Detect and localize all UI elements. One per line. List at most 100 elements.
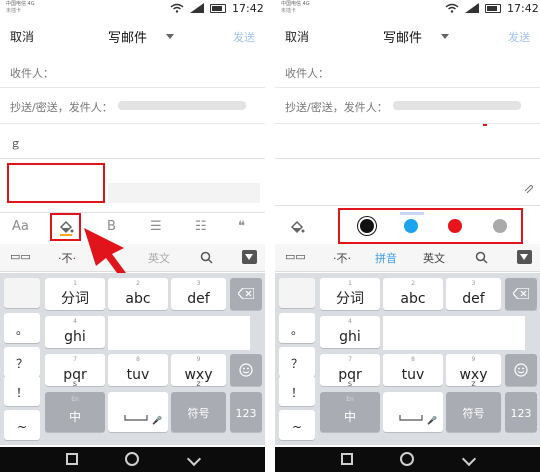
ime-english-mode[interactable]: 英文: [423, 250, 445, 266]
key-letters: 分词: [336, 291, 364, 307]
backspace-key[interactable]: [230, 278, 262, 310]
space-key[interactable]: 🎤: [383, 392, 443, 432]
cancel-button[interactable]: 取消: [285, 28, 309, 45]
ime-pinyin-item[interactable]: ·不·: [58, 250, 76, 266]
key-label: 123: [235, 407, 257, 420]
home-icon[interactable]: [400, 452, 414, 466]
punct-key-exclaim[interactable]: ！: [279, 376, 315, 406]
chevron-down-icon[interactable]: [166, 34, 174, 39]
carrier-label: 中国电信 4G: [6, 1, 35, 7]
punct-key-exclaim[interactable]: ！: [4, 376, 40, 406]
quote-button[interactable]: ❝: [238, 219, 245, 234]
key-2[interactable]: 2 abc: [383, 278, 443, 310]
key-9[interactable]: 9 wxy z: [446, 354, 501, 388]
search-icon[interactable]: [475, 251, 488, 264]
ime-pinyin-mode[interactable]: 拼音: [375, 250, 397, 266]
key-letters: def: [187, 291, 210, 307]
key-1[interactable]: 1 分词: [320, 278, 380, 310]
key-8[interactable]: 8 tuv: [383, 354, 443, 386]
symbol-key[interactable]: 符号: [171, 392, 226, 432]
color-swatch-black[interactable]: [360, 219, 374, 233]
compose-header: 取消 写邮件 发送: [275, 22, 540, 50]
system-nav-bar: [0, 447, 265, 472]
collapse-keyboard-icon[interactable]: [242, 250, 257, 264]
punct-key-blank[interactable]: [279, 278, 315, 308]
key-7[interactable]: 7 pqr s: [45, 354, 105, 388]
battery-icon: [485, 4, 501, 13]
font-size-button[interactable]: Aa: [12, 219, 29, 234]
recent-apps-icon[interactable]: [66, 453, 78, 465]
attachment-icon[interactable]: [524, 185, 534, 195]
punct-key-period[interactable]: 。: [4, 313, 40, 343]
color-swatch-red[interactable]: [448, 219, 462, 233]
recent-apps-icon[interactable]: [341, 453, 353, 465]
cc-label: 抄送/密送，发件人：: [285, 101, 388, 114]
key-letters: abc: [400, 291, 426, 307]
punct-key-blank[interactable]: [4, 278, 40, 308]
ime-left-item[interactable]: ▭▭: [285, 250, 306, 263]
chinese-english-key[interactable]: En 中: [45, 392, 105, 432]
punct-key-period[interactable]: 。: [279, 313, 315, 343]
ime-left-item[interactable]: ▭▭: [10, 250, 31, 263]
sim-status: 未插卡: [6, 8, 22, 14]
key-7[interactable]: 7 pqr s: [320, 354, 380, 388]
to-field[interactable]: 收件人：: [0, 55, 265, 88]
key-letters: tuv: [401, 367, 425, 383]
page-title[interactable]: 写邮件: [383, 27, 422, 46]
space-key[interactable]: 🎤: [108, 392, 168, 432]
key-en-label: En: [346, 396, 354, 403]
collapse-keyboard-icon[interactable]: [517, 250, 532, 264]
key-4[interactable]: 4 ghi: [45, 316, 105, 348]
status-bar: 中国电信 4G 未插卡 17:42: [0, 0, 265, 18]
number-key[interactable]: 123: [505, 392, 537, 432]
color-swatch-gray[interactable]: [493, 219, 507, 233]
punct-key-tilde[interactable]: ~: [4, 410, 40, 440]
key-number: 9: [471, 356, 476, 363]
key-3[interactable]: 3 def: [171, 278, 226, 310]
signal-icon: [465, 3, 479, 13]
list-button[interactable]: ☷: [195, 219, 207, 234]
home-icon[interactable]: [125, 452, 139, 466]
key-9[interactable]: 9 wxy z: [171, 354, 226, 388]
chinese-english-key[interactable]: En 中: [320, 392, 380, 432]
punct-key-tilde[interactable]: ~: [279, 410, 315, 440]
key-number: 3: [471, 280, 476, 287]
key-3[interactable]: 3 def: [446, 278, 501, 310]
page-title[interactable]: 写邮件: [108, 27, 147, 46]
color-swatch-blue[interactable]: [404, 219, 418, 233]
key-2[interactable]: 2 abc: [108, 278, 168, 310]
ime-pinyin-item[interactable]: ·不·: [333, 250, 351, 266]
backspace-key[interactable]: [505, 278, 537, 310]
key-label: 。: [15, 323, 28, 337]
smiley-icon: [239, 363, 253, 377]
occluded-keys: [108, 316, 250, 350]
chevron-down-icon[interactable]: [441, 34, 449, 39]
number-key[interactable]: 123: [230, 392, 262, 432]
punct-key-question[interactable]: ？: [4, 347, 40, 377]
search-icon[interactable]: [200, 251, 213, 264]
paint-bucket-icon[interactable]: [58, 220, 74, 236]
cc-field[interactable]: 抄送/密送，发件人：: [275, 88, 540, 124]
status-time: 17:42: [507, 2, 539, 15]
paint-bucket-icon[interactable]: [289, 220, 305, 236]
cancel-button[interactable]: 取消: [10, 28, 34, 45]
key-label: 符号: [462, 407, 485, 420]
body-divider: [0, 158, 265, 159]
cc-field[interactable]: 抄送/密送，发件人：: [0, 88, 265, 124]
emoji-key[interactable]: [230, 354, 262, 386]
to-field[interactable]: 收件人：: [275, 55, 540, 88]
key-4[interactable]: 4 ghi: [320, 316, 380, 348]
back-icon[interactable]: [461, 451, 477, 467]
symbol-key[interactable]: 符号: [446, 392, 501, 432]
send-button[interactable]: 发送: [508, 29, 530, 45]
phone-right: 中国电信 4G 未插卡 17:42 取消 写邮件 发送 收件人： 抄送/密送，发…: [275, 0, 540, 472]
key-label: 123: [510, 407, 532, 420]
punct-key-question[interactable]: ？: [279, 347, 315, 377]
back-icon[interactable]: [186, 451, 202, 467]
key-letters: ghi: [339, 329, 361, 345]
key-label: ~: [16, 420, 28, 434]
key-8[interactable]: 8 tuv: [108, 354, 168, 386]
send-button[interactable]: 发送: [233, 29, 255, 45]
key-1[interactable]: 1 分词: [45, 278, 105, 310]
emoji-key[interactable]: [505, 354, 537, 386]
